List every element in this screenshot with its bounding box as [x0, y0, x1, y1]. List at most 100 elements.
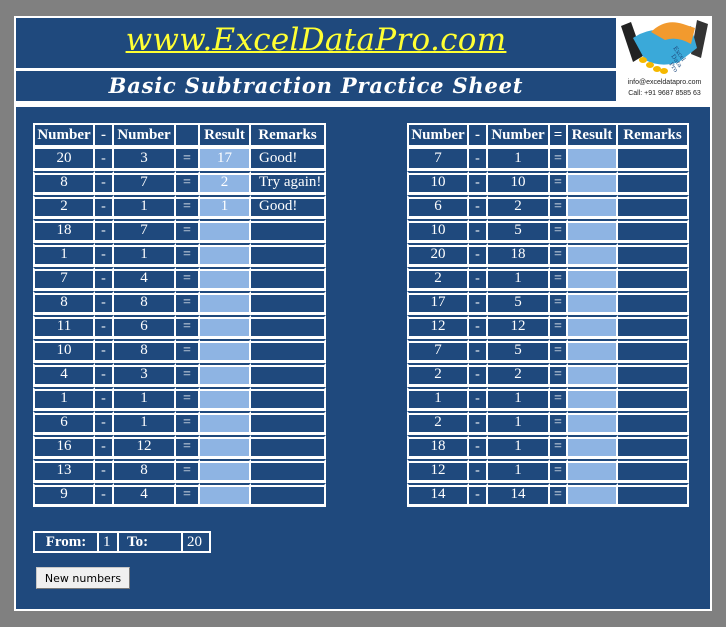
second-number-cell: 3 [114, 363, 176, 387]
equals-sign-cell: = [550, 459, 568, 483]
problem-row: 18-7 = [33, 219, 326, 243]
result-input-cell[interactable] [568, 243, 618, 267]
first-number-cell: 13 [33, 459, 95, 483]
result-input-cell[interactable] [568, 195, 618, 219]
minus-sign-cell: - [95, 387, 114, 411]
result-input-cell[interactable] [200, 387, 251, 411]
problem-row: 20-18 = [407, 243, 689, 267]
to-value-cell[interactable]: 20 [181, 531, 211, 553]
minus-sign-cell: - [469, 195, 488, 219]
result-input-cell[interactable] [200, 459, 251, 483]
header-divider [16, 104, 710, 107]
first-number-cell: 10 [407, 219, 469, 243]
first-number-cell: 6 [407, 195, 469, 219]
result-input-cell[interactable] [200, 339, 251, 363]
remarks-cell: Good! [251, 147, 326, 171]
equals-sign-cell: = [550, 411, 568, 435]
problem-row: 10-10 = [407, 171, 689, 195]
problem-row: 2-2 = [407, 363, 689, 387]
minus-sign-cell: - [469, 339, 488, 363]
problem-row: 16-12 = [33, 435, 326, 459]
result-input-cell[interactable]: 2 [200, 171, 251, 195]
result-input-cell[interactable] [568, 147, 618, 171]
first-number-cell: 10 [407, 171, 469, 195]
minus-sign-cell: - [469, 219, 488, 243]
second-number-cell: 1 [114, 243, 176, 267]
minus-sign-cell: - [95, 363, 114, 387]
problem-row: 12-1 = [407, 459, 689, 483]
first-number-cell: 16 [33, 435, 95, 459]
second-number-cell: 10 [488, 171, 550, 195]
result-input-cell[interactable] [568, 459, 618, 483]
second-number-cell: 7 [114, 171, 176, 195]
first-number-cell: 10 [33, 339, 95, 363]
header-minus: - [469, 123, 488, 147]
minus-sign-cell: - [469, 315, 488, 339]
result-input-cell[interactable] [200, 483, 251, 507]
remarks-cell [251, 411, 326, 435]
remarks-cell [618, 387, 689, 411]
second-number-cell: 8 [114, 459, 176, 483]
result-input-cell[interactable] [200, 219, 251, 243]
result-input-cell[interactable] [568, 483, 618, 507]
result-input-cell[interactable]: 17 [200, 147, 251, 171]
first-number-cell: 12 [407, 315, 469, 339]
from-value-cell[interactable]: 1 [97, 531, 119, 553]
second-number-cell: 1 [114, 195, 176, 219]
equals-sign-cell: = [176, 291, 200, 315]
result-input-cell[interactable] [200, 363, 251, 387]
result-input-cell[interactable] [568, 171, 618, 195]
result-input-cell[interactable] [568, 387, 618, 411]
result-input-cell[interactable] [200, 291, 251, 315]
equals-sign-cell: = [550, 219, 568, 243]
problem-row: 18-1 = [407, 435, 689, 459]
new-numbers-button[interactable]: New numbers [36, 567, 130, 589]
remarks-cell: Good! [251, 195, 326, 219]
equals-sign-cell: = [550, 387, 568, 411]
remarks-cell [251, 363, 326, 387]
problem-row: 10-5 = [407, 219, 689, 243]
result-input-cell[interactable] [568, 339, 618, 363]
equals-sign-cell: = [176, 339, 200, 363]
header-result: Result [200, 123, 251, 147]
result-input-cell[interactable] [568, 219, 618, 243]
result-input-cell[interactable] [568, 363, 618, 387]
result-input-cell[interactable] [568, 411, 618, 435]
remarks-cell [618, 339, 689, 363]
remarks-cell [618, 219, 689, 243]
minus-sign-cell: - [469, 483, 488, 507]
result-input-cell[interactable] [568, 267, 618, 291]
equals-sign-cell: = [176, 483, 200, 507]
header-equals [176, 123, 200, 147]
problem-row: 20-3 = 17 Good! [33, 147, 326, 171]
result-input-cell[interactable] [200, 243, 251, 267]
minus-sign-cell: - [469, 387, 488, 411]
result-input-cell[interactable] [200, 435, 251, 459]
problem-row: 9-4 = [33, 483, 326, 507]
result-input-cell[interactable]: 1 [200, 195, 251, 219]
result-input-cell[interactable] [200, 315, 251, 339]
first-number-cell: 2 [407, 363, 469, 387]
site-url[interactable]: www.ExcelDataPro.com [16, 22, 616, 58]
result-input-cell[interactable] [568, 291, 618, 315]
problem-row: 14-14 = [407, 483, 689, 507]
result-input-cell[interactable] [200, 267, 251, 291]
result-input-cell[interactable] [200, 411, 251, 435]
equals-sign-cell: = [176, 243, 200, 267]
minus-sign-cell: - [469, 459, 488, 483]
remarks-cell [618, 411, 689, 435]
contact-phone: Call: +91 9687 8585 63 [628, 90, 701, 97]
result-input-cell[interactable] [568, 435, 618, 459]
first-number-cell: 18 [33, 219, 95, 243]
minus-sign-cell: - [469, 267, 488, 291]
minus-sign-cell: - [95, 291, 114, 315]
problem-row: 7-4 = [33, 267, 326, 291]
problem-row: 12-12 = [407, 315, 689, 339]
result-input-cell[interactable] [568, 315, 618, 339]
second-number-cell: 1 [114, 411, 176, 435]
second-number-cell: 7 [114, 219, 176, 243]
header-number-a: Number [407, 123, 469, 147]
minus-sign-cell: - [95, 435, 114, 459]
equals-sign-cell: = [550, 435, 568, 459]
remarks-cell [251, 459, 326, 483]
